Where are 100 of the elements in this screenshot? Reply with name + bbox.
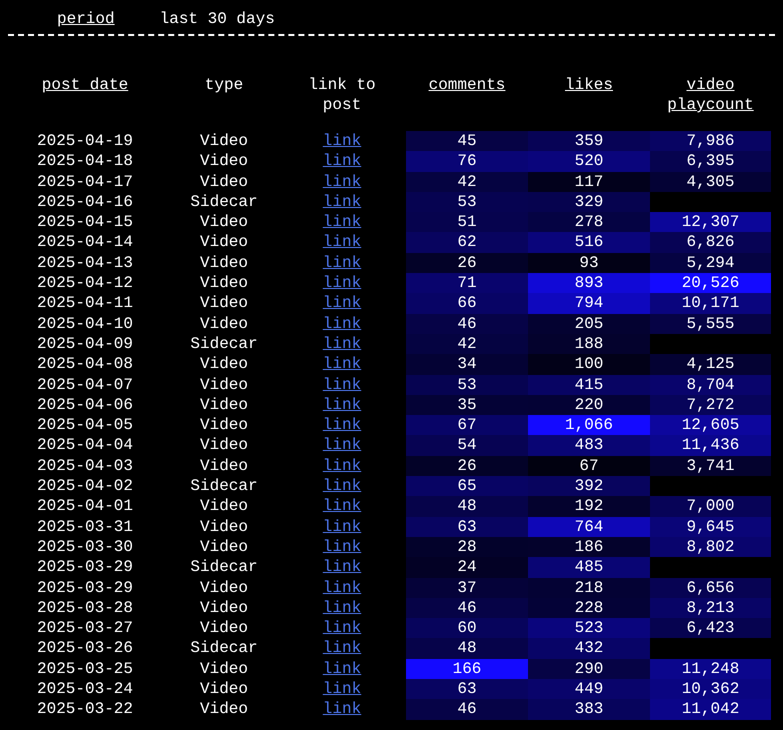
post-link[interactable]: link — [322, 497, 362, 516]
heatmap-cell: 483 — [528, 435, 650, 456]
heatmap-cell: 26 — [406, 456, 528, 476]
post-link[interactable]: link — [322, 619, 362, 638]
post-date: 2025-03-29 — [36, 558, 133, 576]
post-link[interactable]: link — [322, 578, 362, 597]
heatmap-cell: 53 — [406, 374, 528, 395]
heatmap-cell: 6,395 — [650, 151, 771, 172]
heatmap-cell: 10,362 — [650, 679, 771, 700]
post-link[interactable]: link — [322, 700, 362, 718]
column-header[interactable]: video playcount — [660, 75, 760, 115]
heatmap-cell: 893 — [528, 273, 650, 294]
post-link[interactable]: link — [322, 396, 362, 414]
heatmap-cell: 45 — [406, 131, 528, 152]
post-type: Video — [200, 314, 248, 333]
heatmap-cell: 7,986 — [650, 131, 771, 152]
post-type: Video — [200, 355, 248, 374]
post-link[interactable]: link — [322, 132, 362, 150]
column-header[interactable]: comments — [428, 75, 506, 95]
heatmap-cell: 278 — [528, 212, 650, 232]
heatmap-cell: 46 — [406, 314, 528, 334]
post-link[interactable]: link — [322, 680, 362, 698]
heatmap-cell: 415 — [528, 374, 650, 395]
post-type: Video — [200, 598, 248, 617]
column-header[interactable]: likes — [564, 75, 613, 95]
heatmap-cell: 6,826 — [650, 232, 771, 253]
heatmap-cell: 516 — [528, 232, 650, 253]
post-link[interactable]: link — [322, 314, 362, 333]
post-type: Video — [200, 132, 248, 150]
post-link[interactable]: link — [322, 152, 362, 170]
post-link[interactable]: link — [322, 538, 362, 556]
post-link[interactable]: link — [322, 254, 362, 272]
post-link[interactable]: link — [322, 355, 362, 374]
heatmap-cell: 4,305 — [650, 172, 771, 192]
heatmap-cell: 34 — [406, 354, 528, 375]
post-link[interactable]: link — [322, 233, 362, 252]
post-link[interactable]: link — [322, 416, 362, 434]
post-date: 2025-03-26 — [36, 639, 133, 658]
post-type: Video — [200, 254, 248, 272]
post-link[interactable]: link — [322, 598, 362, 617]
heatmap-cell: 48 — [406, 496, 528, 517]
post-date: 2025-04-14 — [36, 233, 133, 252]
heatmap-cell: 290 — [528, 658, 650, 680]
post-link[interactable]: link — [322, 192, 362, 211]
heatmap-cell: 12,605 — [650, 415, 771, 436]
post-link[interactable]: link — [322, 639, 362, 658]
post-type: Video — [200, 619, 248, 638]
post-link[interactable]: link — [322, 376, 362, 394]
post-type: Video — [200, 518, 248, 536]
heatmap-cell: 117 — [528, 172, 650, 192]
heatmap-cell: 192 — [528, 496, 650, 517]
heatmap-cell: 48 — [406, 638, 528, 659]
post-type: Video — [200, 436, 248, 454]
heatmap-cell: 7,000 — [650, 496, 771, 517]
post-link[interactable]: link — [322, 660, 362, 678]
heatmap-cell: 65 — [406, 476, 528, 496]
post-date: 2025-04-16 — [36, 192, 133, 211]
post-link[interactable]: link — [322, 274, 362, 292]
post-date: 2025-04-12 — [36, 274, 133, 292]
post-type: Sidecar — [190, 558, 258, 576]
post-link[interactable]: link — [322, 477, 362, 496]
post-link[interactable]: link — [322, 518, 362, 536]
post-link[interactable]: link — [322, 334, 362, 353]
post-type: Video — [200, 376, 248, 394]
heatmap-cell: 9,645 — [650, 516, 771, 537]
post-type: Video — [200, 680, 248, 698]
post-link[interactable]: link — [322, 558, 362, 576]
post-date: 2025-04-11 — [36, 294, 133, 312]
post-type: Sidecar — [190, 639, 258, 658]
post-link[interactable]: link — [322, 294, 362, 312]
post-date: 2025-03-28 — [36, 598, 133, 617]
post-date: 2025-03-27 — [36, 619, 133, 638]
post-date: 2025-04-13 — [36, 254, 133, 272]
post-date: 2025-04-07 — [36, 376, 133, 394]
heatmap-cell: 5,555 — [650, 314, 771, 334]
post-date: 2025-04-08 — [36, 355, 133, 374]
post-date: 2025-03-24 — [36, 680, 133, 698]
post-type: Video — [200, 660, 248, 678]
heatmap-cell: 794 — [528, 293, 650, 314]
post-link[interactable]: link — [322, 456, 362, 475]
heatmap-cell: 8,802 — [650, 536, 771, 558]
heatmap-cell: 12,307 — [650, 212, 771, 232]
heatmap-cell: 8,213 — [650, 598, 771, 618]
post-date: 2025-04-01 — [36, 497, 133, 516]
post-link[interactable]: link — [322, 213, 362, 232]
post-date: 2025-04-02 — [36, 477, 133, 496]
heatmap-cell: 449 — [528, 679, 650, 700]
heatmap-cell: 51 — [406, 212, 528, 232]
post-type: Video — [200, 152, 248, 170]
post-type: Video — [200, 172, 248, 191]
filter-label[interactable]: period — [57, 9, 115, 28]
heatmap-cell: 6,423 — [650, 618, 771, 638]
heatmap-cell: 11,248 — [650, 658, 771, 680]
heatmap-cell: 20,526 — [650, 273, 771, 294]
column-header[interactable]: post date — [42, 75, 128, 95]
post-link[interactable]: link — [322, 172, 362, 191]
post-date: 2025-04-06 — [36, 396, 133, 414]
heatmap-cell: 42 — [406, 172, 528, 192]
heatmap-cell: 4,125 — [650, 354, 771, 375]
post-link[interactable]: link — [322, 436, 362, 454]
